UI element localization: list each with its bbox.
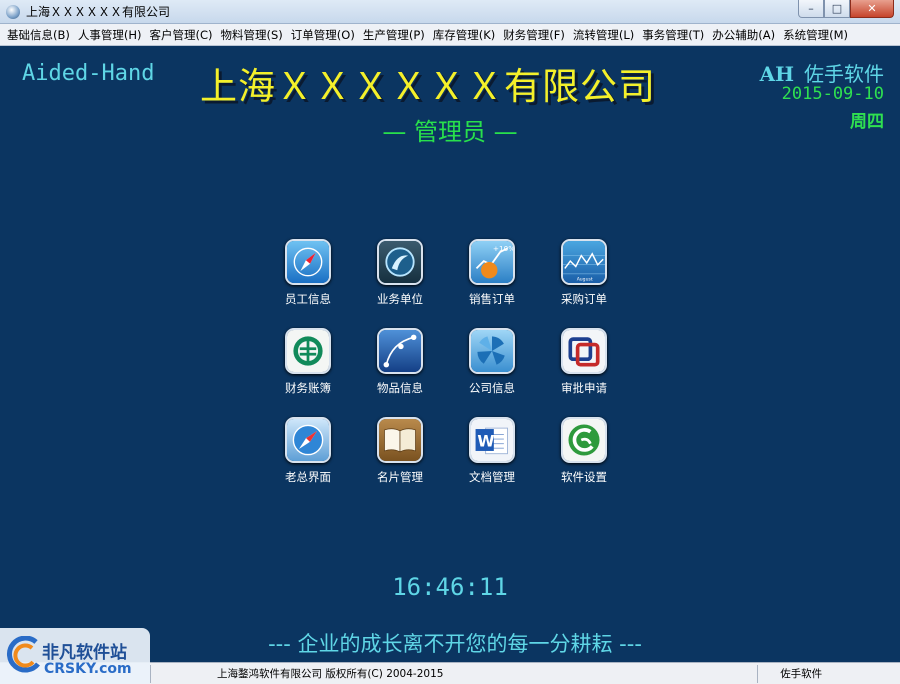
module-label: 名片管理 [377, 470, 423, 484]
module-label: 老总界面 [285, 470, 331, 484]
window-controls: – □ ✕ [798, 0, 894, 18]
user-role: — 管理员 — [382, 118, 518, 146]
safari-compass-icon [285, 417, 331, 463]
svg-text:+10%: +10% [493, 244, 515, 253]
window-title: 上海ＸＸＸＸＸＸ有限公司 [26, 5, 171, 19]
menu-system[interactable]: 系统管理(M) [780, 27, 853, 43]
module-label: 文档管理 [469, 470, 515, 484]
current-date: 2015-09-10 [781, 84, 884, 104]
module-boss-view[interactable]: 老总界面 [270, 417, 346, 485]
module-label: 财务账簿 [285, 381, 331, 395]
menu-customers[interactable]: 客户管理(C) [147, 27, 218, 43]
bank-logo-icon [285, 328, 331, 374]
module-finance-ledger[interactable]: 财务账簿 [270, 328, 346, 396]
main-panel: Aided-Hand 上海ＸＸＸＸＸＸ有限公司 — 管理员 — AH 佐手软件 2… [0, 46, 900, 662]
menu-finance[interactable]: 财务管理(F) [500, 27, 570, 43]
slogan: --- 企业的成长离不开您的每一分耕耘 --- [268, 632, 642, 656]
book-icon [377, 417, 423, 463]
brand-code: AH [759, 62, 794, 86]
menu-orders[interactable]: 订单管理(O) [288, 27, 360, 43]
settings-app-icon [561, 417, 607, 463]
module-employee-info[interactable]: 员工信息 [270, 239, 346, 307]
menu-materials[interactable]: 物料管理(S) [218, 27, 288, 43]
brand-left: Aided-Hand [22, 61, 155, 86]
module-label: 销售订单 [469, 292, 515, 306]
menu-basic-info[interactable]: 基础信息(B) [4, 27, 75, 43]
approval-icon [561, 328, 607, 374]
close-button[interactable]: ✕ [850, 0, 894, 18]
brand-right: AH 佐手软件 [760, 58, 884, 87]
module-approval[interactable]: 审批申请 [546, 328, 622, 396]
module-item-info[interactable]: 物品信息 [362, 328, 438, 396]
module-label: 公司信息 [469, 381, 515, 395]
menu-office[interactable]: 办公辅助(A) [709, 27, 780, 43]
company-name: 上海ＸＸＸＸＸＸ有限公司 [200, 65, 656, 108]
module-label: 员工信息 [285, 292, 331, 306]
current-weekday: 周四 [850, 112, 884, 132]
menu-inventory[interactable]: 库存管理(K) [430, 27, 501, 43]
module-software-settings[interactable]: 软件设置 [546, 417, 622, 485]
line-chart-icon: August [561, 239, 607, 285]
module-business-cards[interactable]: 名片管理 [362, 417, 438, 485]
menu-production[interactable]: 生产管理(P) [360, 27, 430, 43]
watermark-en: CRSKY.com [44, 661, 132, 677]
title-bar: 上海ＸＸＸＸＸＸ有限公司 – □ ✕ [0, 0, 900, 24]
svg-text:August: August [577, 276, 593, 282]
compass-icon [285, 239, 331, 285]
module-label: 软件设置 [561, 470, 607, 484]
module-documents[interactable]: W 文档管理 [454, 417, 530, 485]
aperture-icon [469, 328, 515, 374]
menu-affairs[interactable]: 事务管理(T) [639, 27, 709, 43]
word-document-icon: W [469, 417, 515, 463]
watermark-logo-icon [6, 636, 40, 673]
brand-name: 佐手软件 [804, 62, 884, 86]
menu-hr[interactable]: 人事管理(H) [75, 27, 147, 43]
watermark: 非凡软件站 CRSKY.com [0, 628, 150, 684]
swirl-app-icon [377, 239, 423, 285]
svg-text:W: W [477, 432, 494, 450]
status-copyright: 上海鍪鸿软件有限公司 版权所有(C) 2004-2015 [151, 664, 759, 683]
minimize-button[interactable]: – [798, 0, 824, 18]
curve-tool-icon [377, 328, 423, 374]
app-icon [6, 4, 20, 19]
clock: 16:46:11 [392, 573, 508, 601]
module-sales-orders[interactable]: +10% 销售订单 [454, 239, 530, 307]
module-business-units[interactable]: 业务单位 [362, 239, 438, 307]
module-label: 审批申请 [561, 381, 607, 395]
module-label: 物品信息 [377, 381, 423, 395]
module-label: 业务单位 [377, 292, 423, 306]
menu-bar: 基础信息(B) 人事管理(H) 客户管理(C) 物料管理(S) 订单管理(O) … [0, 24, 900, 46]
status-product: 佐手软件 [780, 667, 823, 680]
module-grid: 员工信息 业务单位 +10% 销售订单 August 采购订单 财务账簿 物品信… [270, 239, 640, 499]
module-company-info[interactable]: 公司信息 [454, 328, 530, 396]
sales-chart-icon: +10% [469, 239, 515, 285]
module-purchase-orders[interactable]: August 采购订单 [546, 239, 622, 307]
module-label: 采购订单 [561, 292, 607, 306]
watermark-cn: 非凡软件站 [42, 643, 127, 663]
menu-workflow[interactable]: 流转管理(L) [570, 27, 639, 43]
maximize-button[interactable]: □ [824, 0, 850, 18]
